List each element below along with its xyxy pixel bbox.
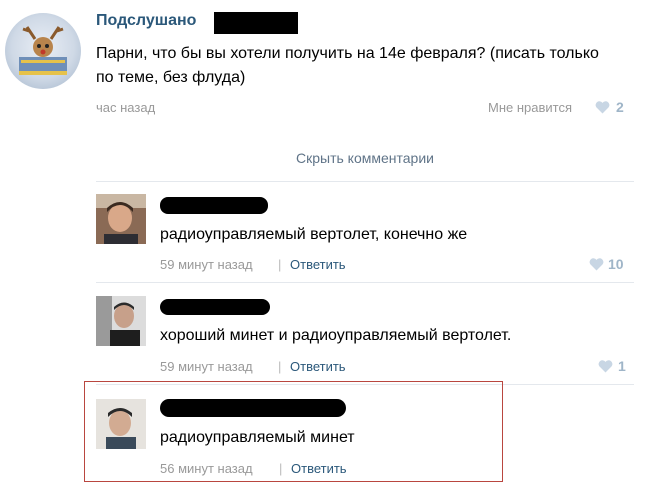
comment-text: радиоуправляемый минет [160, 429, 355, 446]
reply-button[interactable]: Ответить [291, 461, 347, 476]
comment-avatar[interactable] [96, 194, 146, 244]
comment-timestamp[interactable]: 59 минут назад [160, 359, 253, 374]
meta-separator: | [279, 461, 283, 476]
heart-icon[interactable] [598, 360, 613, 373]
group-avatar[interactable] [5, 13, 81, 89]
reply-button[interactable]: Ответить [290, 257, 346, 272]
comment-like-count: 1 [618, 358, 626, 374]
post-like-button[interactable]: Мне нравится [488, 100, 572, 115]
comment-text: хороший минет и радиоуправляемый вертоле… [160, 327, 512, 344]
post-text: Парни, что бы вы хотели получить на 14е … [96, 45, 599, 86]
comment-like-count: 10 [608, 256, 624, 272]
user-photo-icon [96, 296, 146, 346]
heart-icon[interactable] [595, 101, 610, 114]
reply-button[interactable]: Ответить [290, 359, 346, 374]
comment-avatar[interactable] [96, 296, 146, 346]
redacted-commenter-name [160, 399, 346, 417]
meta-separator: | [278, 257, 282, 272]
redacted-commenter-name [160, 299, 270, 315]
user-photo-icon [96, 194, 146, 244]
post-like-count: 2 [616, 99, 624, 115]
post-author-link[interactable]: Подслушано [96, 12, 196, 30]
divider [96, 282, 634, 283]
comment-timestamp[interactable]: 59 минут назад [160, 257, 253, 272]
comment-timestamp[interactable]: 56 минут назад [160, 461, 253, 476]
redacted-commenter-name [160, 197, 268, 214]
redacted-author-name [214, 12, 298, 34]
post-timestamp[interactable]: час назад [96, 100, 155, 115]
divider [96, 181, 634, 182]
heart-icon[interactable] [589, 258, 604, 271]
comment-avatar[interactable] [96, 399, 146, 449]
reindeer-logo-icon [19, 26, 67, 75]
user-photo-icon [96, 399, 146, 449]
meta-separator: | [278, 359, 282, 374]
hide-comments-link[interactable]: Скрыть комментарии [0, 150, 650, 166]
comment-text: радиоуправляемый вертолет, конечно же [160, 226, 468, 243]
